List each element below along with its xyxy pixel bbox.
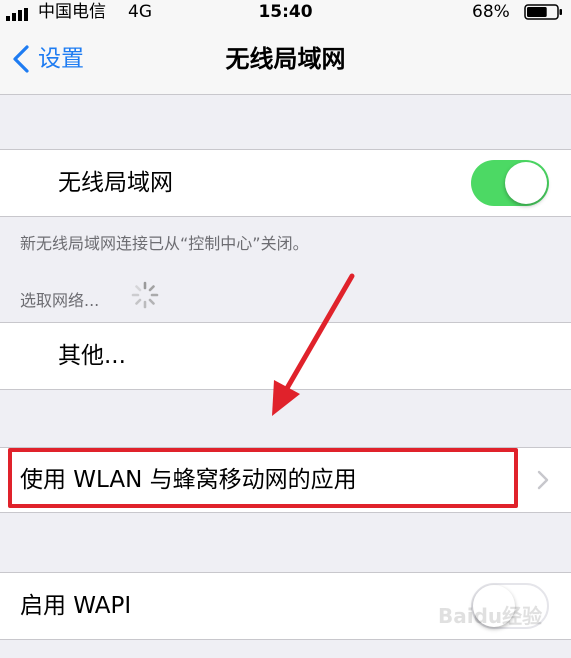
navigation-bar: 设置 无线局域网 (0, 24, 571, 95)
wifi-label: 无线局域网 (58, 170, 173, 196)
status-bar: 中国电信 4G 15:40 68% (0, 0, 571, 24)
loading-spinner-icon (130, 280, 160, 310)
highlight-box-annotation (8, 448, 518, 508)
chevron-right-icon (536, 470, 550, 490)
other-network-label: 其他... (58, 343, 126, 369)
switch-knob (505, 162, 547, 204)
wapi-label: 启用 WAPI (20, 593, 132, 619)
red-arrow-annotation (260, 270, 360, 420)
battery-percent-label: 68% (472, 2, 510, 22)
battery-icon (524, 4, 564, 20)
choose-network-header: 选取网络... (20, 291, 100, 310)
page-title: 无线局域网 (225, 45, 346, 73)
watermark-text: Baidu经验 (438, 604, 543, 628)
wifi-switch[interactable] (471, 160, 549, 206)
wifi-toggle-row: 无线局域网 (0, 149, 571, 217)
wifi-status-note: 新无线局域网连接已从“控制中心”关闭。 (20, 234, 309, 253)
